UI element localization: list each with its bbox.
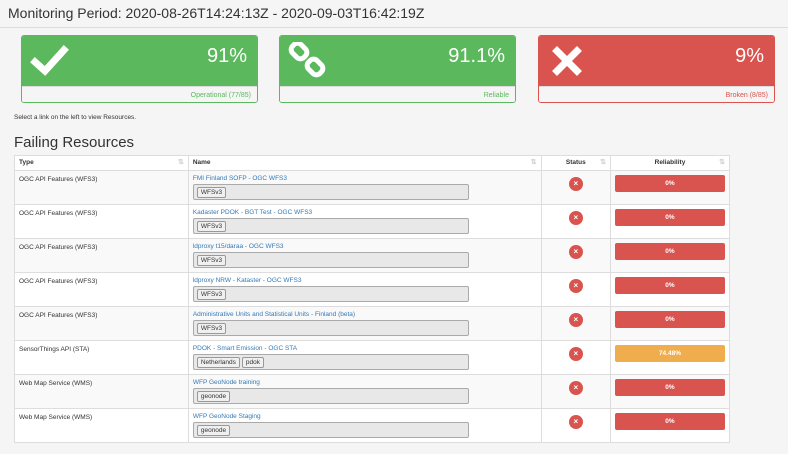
resource-link[interactable]: FMI Finland SOFP - OGC WFS3 [193,175,537,183]
col-reliability-label: Reliability [654,159,686,166]
tag-chip[interactable]: Netherlands [196,357,240,368]
status-broken-icon: × [568,347,583,361]
col-name-label: Name [192,159,211,166]
tags-box: Netherlands pdok [192,354,469,370]
operational-panel: 91% Operational (77/85) [21,35,258,103]
sort-icon: ⇅ [177,159,184,166]
tag-chip[interactable]: WFSv3 [196,221,227,232]
page-header: Monitoring Period: 2020-08-26T14:24:13Z … [0,0,788,28]
operational-percent: 91% [206,45,247,67]
resource-type: OGC API Features (WFS3) [14,272,189,307]
table-row: SensorThings API (STA) PDOK - Smart Emiss… [14,340,731,375]
link-icon [288,42,326,78]
resource-link[interactable]: WFP GeoNode Staging [193,413,537,421]
col-type-header[interactable]: Type ⇅ [14,155,189,171]
tag-chip[interactable]: geonode [196,425,231,436]
tag-chip[interactable]: geonode [196,391,231,402]
tags-box: WFSv3 [192,252,469,268]
reliability-bar: 0% [614,277,725,294]
check-icon [30,45,69,76]
failing-resources-table: Type ⇅ Name ⇅ Status ⇅ Reliability ⇅ OGC API… [14,155,731,443]
table-row: OGC API Features (WFS3) Administrative Un… [14,306,731,341]
resource-link[interactable]: WFP GeoNode training [193,379,537,387]
status-broken-icon: × [568,381,583,395]
resource-link[interactable]: Kadaster PDOK - BGT Test - OGC WFS3 [193,209,537,217]
tag-chip[interactable]: WFSv3 [196,187,227,198]
tags-box: geonode [192,422,469,438]
reliability-bar: 0% [614,243,725,260]
sort-icon: ⇅ [530,159,537,166]
table-row: OGC API Features (WFS3) FMI Finland SOFP … [14,170,731,205]
operational-label: Operational (77/85) [22,86,257,102]
resource-link[interactable]: ldproxy t15/daraa - OGC WFS3 [193,243,537,251]
reliability-bar: 0% [614,311,725,328]
reliable-percent: 91.1% [448,45,505,67]
tag-chip[interactable]: WFSv3 [196,289,227,300]
page-title: Monitoring Period: 2020-08-26T14:24:13Z … [8,5,425,21]
reliable-label: Reliable [280,86,515,102]
status-broken-icon: × [568,313,583,327]
tag-chip[interactable]: pdok [241,357,265,368]
tag-chip[interactable]: WFSv3 [196,255,227,266]
resource-type: OGC API Features (WFS3) [14,170,189,205]
col-status-label: Status [565,159,586,166]
table-row: OGC API Features (WFS3) Kadaster PDOK - B… [14,204,731,239]
reliability-bar: 0% [614,379,725,396]
sort-icon: ⇅ [600,159,606,166]
col-name-header[interactable]: Name ⇅ [187,155,542,171]
table-row: Web Map Service (WMS) WFP GeoNode Staging… [14,408,731,443]
table-row: OGC API Features (WFS3) ldproxy t15/daraa… [14,238,731,273]
status-broken-icon: × [568,177,583,191]
col-type-label: Type [19,159,34,166]
resource-type: OGC API Features (WFS3) [14,306,189,341]
status-broken-icon: × [568,415,583,429]
resource-link[interactable]: Administrative Units and Statistical Uni… [193,311,537,319]
tags-box: geonode [192,388,469,404]
tag-chip[interactable]: WFSv3 [196,323,227,334]
reliable-panel: 91.1% Reliable [279,35,516,103]
resource-type: Web Map Service (WMS) [14,374,189,409]
section-title: Failing Resources [14,134,135,151]
resource-type: OGC API Features (WFS3) [14,204,189,239]
table-row: Web Map Service (WMS) WFP GeoNode trainin… [14,374,731,409]
reliability-bar: 0% [614,413,725,430]
col-reliability-header[interactable]: Reliability ⇅ [609,155,731,171]
tags-box: WFSv3 [192,320,469,336]
reliability-bar: 74.48% [614,345,725,362]
broken-panel: 9% Broken (8/85) [538,35,775,103]
resource-link[interactable]: ldproxy NRW - Kataster - OGC WFS3 [193,277,537,285]
status-broken-icon: × [568,245,583,259]
tags-box: WFSv3 [192,218,469,234]
tags-box: WFSv3 [192,184,469,200]
resource-type: Web Map Service (WMS) [14,408,189,443]
status-broken-icon: × [568,279,583,293]
col-status-header[interactable]: Status ⇅ [540,155,611,171]
tags-box: WFSv3 [192,286,469,302]
times-icon [552,46,582,76]
broken-percent: 9% [735,45,764,67]
table-row: OGC API Features (WFS3) ldproxy NRW - Kat… [14,272,731,307]
hint-text: Select a link on the left to view Resour… [14,114,137,121]
reliability-bar: 0% [614,175,725,192]
status-broken-icon: × [568,211,583,225]
resource-type: OGC API Features (WFS3) [14,238,189,273]
reliability-bar: 0% [614,209,725,226]
resource-link[interactable]: PDOK - Smart Emission - OGC STA [193,345,537,353]
resource-type: SensorThings API (STA) [14,340,189,375]
broken-label: Broken (8/85) [539,86,774,102]
sort-icon: ⇅ [719,159,725,166]
